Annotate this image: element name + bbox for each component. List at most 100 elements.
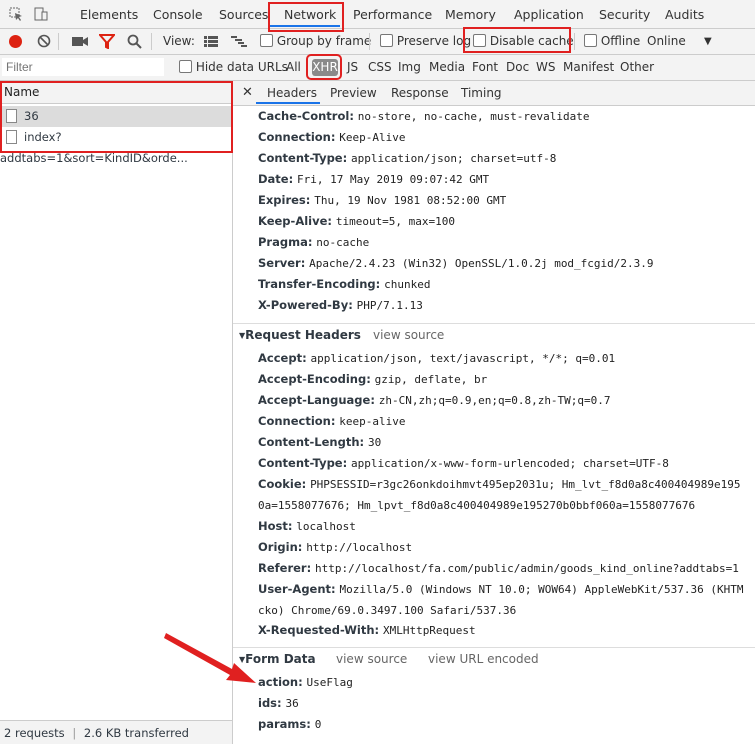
header-value: Keep-Alive <box>339 131 406 144</box>
screenshot-camera-icon[interactable] <box>72 35 88 51</box>
header-row: Accept: application/json, text/javascrip… <box>258 348 615 369</box>
type-filter-manifest[interactable]: Manifest <box>563 55 614 80</box>
header-row: Transfer-Encoding: chunked <box>258 274 430 295</box>
header-row: Referer: http://localhost/fa.com/public/… <box>258 558 739 579</box>
tab-preview[interactable]: Preview <box>330 81 377 105</box>
throttling-value: Online <box>647 34 686 48</box>
clear-icon[interactable] <box>37 34 51 51</box>
request-count: 2 requests <box>4 726 65 740</box>
offline-label: Offline <box>600 34 641 48</box>
tab-response[interactable]: Response <box>391 81 449 105</box>
name-column-header[interactable]: Name <box>0 81 232 104</box>
tab-performance[interactable]: Performance <box>353 0 432 28</box>
tab-sources[interactable]: Sources <box>219 0 268 28</box>
type-filter-media[interactable]: Media <box>429 55 465 80</box>
header-key: Pragma: <box>258 235 313 249</box>
type-filter-ws[interactable]: WS <box>536 55 555 80</box>
toolbar-divider <box>574 33 575 50</box>
request-name: index?addtabs=1&sort=KindID&orde... <box>0 130 188 165</box>
red-arrow-icon <box>164 633 256 683</box>
header-key: Keep-Alive: <box>258 214 332 228</box>
header-key: Accept: <box>258 351 307 365</box>
header-key: Content-Type: <box>258 456 348 470</box>
checkbox-icon[interactable] <box>260 34 273 47</box>
form-value: UseFlag <box>306 676 353 689</box>
device-toolbar-icon[interactable] <box>33 6 49 22</box>
header-key: Origin: <box>258 540 303 554</box>
toolbar-divider <box>58 33 59 50</box>
header-key: Transfer-Encoding: <box>258 277 381 291</box>
record-icon[interactable] <box>9 35 22 48</box>
header-row: Host: localhost <box>258 516 356 537</box>
header-value: PHPSESSID=r3gc26onkdoihmvt495ep2031u; Hm… <box>310 478 741 491</box>
search-icon[interactable] <box>127 34 142 52</box>
header-row-continuation: 0a=1558077676; Hm_lpvt_f8d0a8c400404989e… <box>258 495 695 516</box>
header-row: Origin: http://localhost <box>258 537 412 558</box>
header-value: 30 <box>367 436 382 449</box>
request-row[interactable]: index?addtabs=1&sort=KindID&orde... <box>0 127 232 165</box>
checkbox-icon[interactable] <box>179 60 192 73</box>
filter-bar: Hide data URLs All XHR JS CSS Img Media … <box>0 55 755 81</box>
header-row: Cache-Control: no-store, no-cache, must-… <box>258 106 590 127</box>
view-source-link[interactable]: view source <box>336 648 407 670</box>
request-headers-title-text: Request Headers <box>245 328 361 342</box>
checkbox-icon[interactable] <box>584 34 597 47</box>
header-key: Expires: <box>258 193 311 207</box>
view-source-link[interactable]: view source <box>373 324 444 346</box>
group-by-frame-checkbox[interactable]: Group by frame <box>260 29 371 54</box>
tab-console[interactable]: Console <box>153 0 203 28</box>
type-filter-xhr[interactable]: XHR <box>312 59 338 76</box>
filter-funnel-icon[interactable] <box>97 34 117 52</box>
checkbox-icon[interactable] <box>380 34 393 47</box>
filter-input[interactable] <box>2 58 164 76</box>
tab-memory[interactable]: Memory <box>445 0 496 28</box>
type-filter-other[interactable]: Other <box>620 55 654 80</box>
offline-checkbox[interactable]: Offline <box>584 29 640 54</box>
type-filter-js[interactable]: JS <box>347 55 358 80</box>
request-headers-section-header[interactable]: ▼Request Headers view source <box>233 323 755 346</box>
tab-security[interactable]: Security <box>599 0 650 28</box>
type-filter-font[interactable]: Font <box>472 55 498 80</box>
header-row: Content-Length: 30 <box>258 432 381 453</box>
tab-application[interactable]: Application <box>514 0 584 28</box>
tab-timing[interactable]: Timing <box>461 81 502 105</box>
header-value: http://localhost <box>306 541 413 554</box>
tab-elements[interactable]: Elements <box>80 0 138 28</box>
type-filter-doc[interactable]: Doc <box>506 55 529 80</box>
toolbar-divider <box>151 33 152 50</box>
view-url-encoded-link[interactable]: view URL encoded <box>428 648 539 670</box>
header-row: Expires: Thu, 19 Nov 1981 08:52:00 GMT <box>258 190 506 211</box>
header-value: PHP/7.1.13 <box>356 299 423 312</box>
checkbox-icon[interactable] <box>473 34 486 47</box>
preserve-log-checkbox[interactable]: Preserve log <box>380 29 471 54</box>
header-key: Connection: <box>258 130 336 144</box>
inspect-element-icon[interactable] <box>8 6 24 22</box>
waterfall-overview-icon[interactable] <box>231 36 247 50</box>
header-value: application/json, text/javascript, */*; … <box>310 352 616 365</box>
form-data-section-header[interactable]: ▼Form Data view source view URL encoded <box>233 647 755 670</box>
throttling-select[interactable]: Online <box>647 29 686 54</box>
hide-data-urls-checkbox[interactable]: Hide data URLs <box>179 55 288 80</box>
header-key: Cache-Control: <box>258 109 354 123</box>
large-rows-icon[interactable] <box>204 36 218 50</box>
form-key: ids: <box>258 696 282 710</box>
request-row[interactable]: 36 <box>0 106 232 127</box>
type-filter-css[interactable]: CSS <box>368 55 392 80</box>
tab-audits[interactable]: Audits <box>665 0 704 28</box>
tab-network[interactable]: Network <box>284 0 336 28</box>
header-key: Host: <box>258 519 293 533</box>
chevron-down-icon[interactable]: ▼ <box>704 29 712 54</box>
type-filter-img[interactable]: Img <box>398 55 421 80</box>
disable-cache-checkbox[interactable]: Disable cache <box>473 29 574 54</box>
header-value: zh-CN,zh;q=0.9,en;q=0.8,zh-TW;q=0.7 <box>378 394 611 407</box>
header-row: Accept-Language: zh-CN,zh;q=0.9,en;q=0.8… <box>258 390 611 411</box>
form-data-row: ids: 36 <box>258 693 299 714</box>
close-icon[interactable]: ✕ <box>242 81 253 105</box>
header-value: cko) Chrome/69.0.3497.100 Safari/537.36 <box>258 604 517 617</box>
form-data-row: params: 0 <box>258 714 321 735</box>
header-row: Keep-Alive: timeout=5, max=100 <box>258 211 455 232</box>
form-key: action: <box>258 675 303 689</box>
header-key: Referer: <box>258 561 312 575</box>
active-tab-indicator <box>269 25 340 27</box>
type-filter-all[interactable]: All <box>286 55 301 80</box>
